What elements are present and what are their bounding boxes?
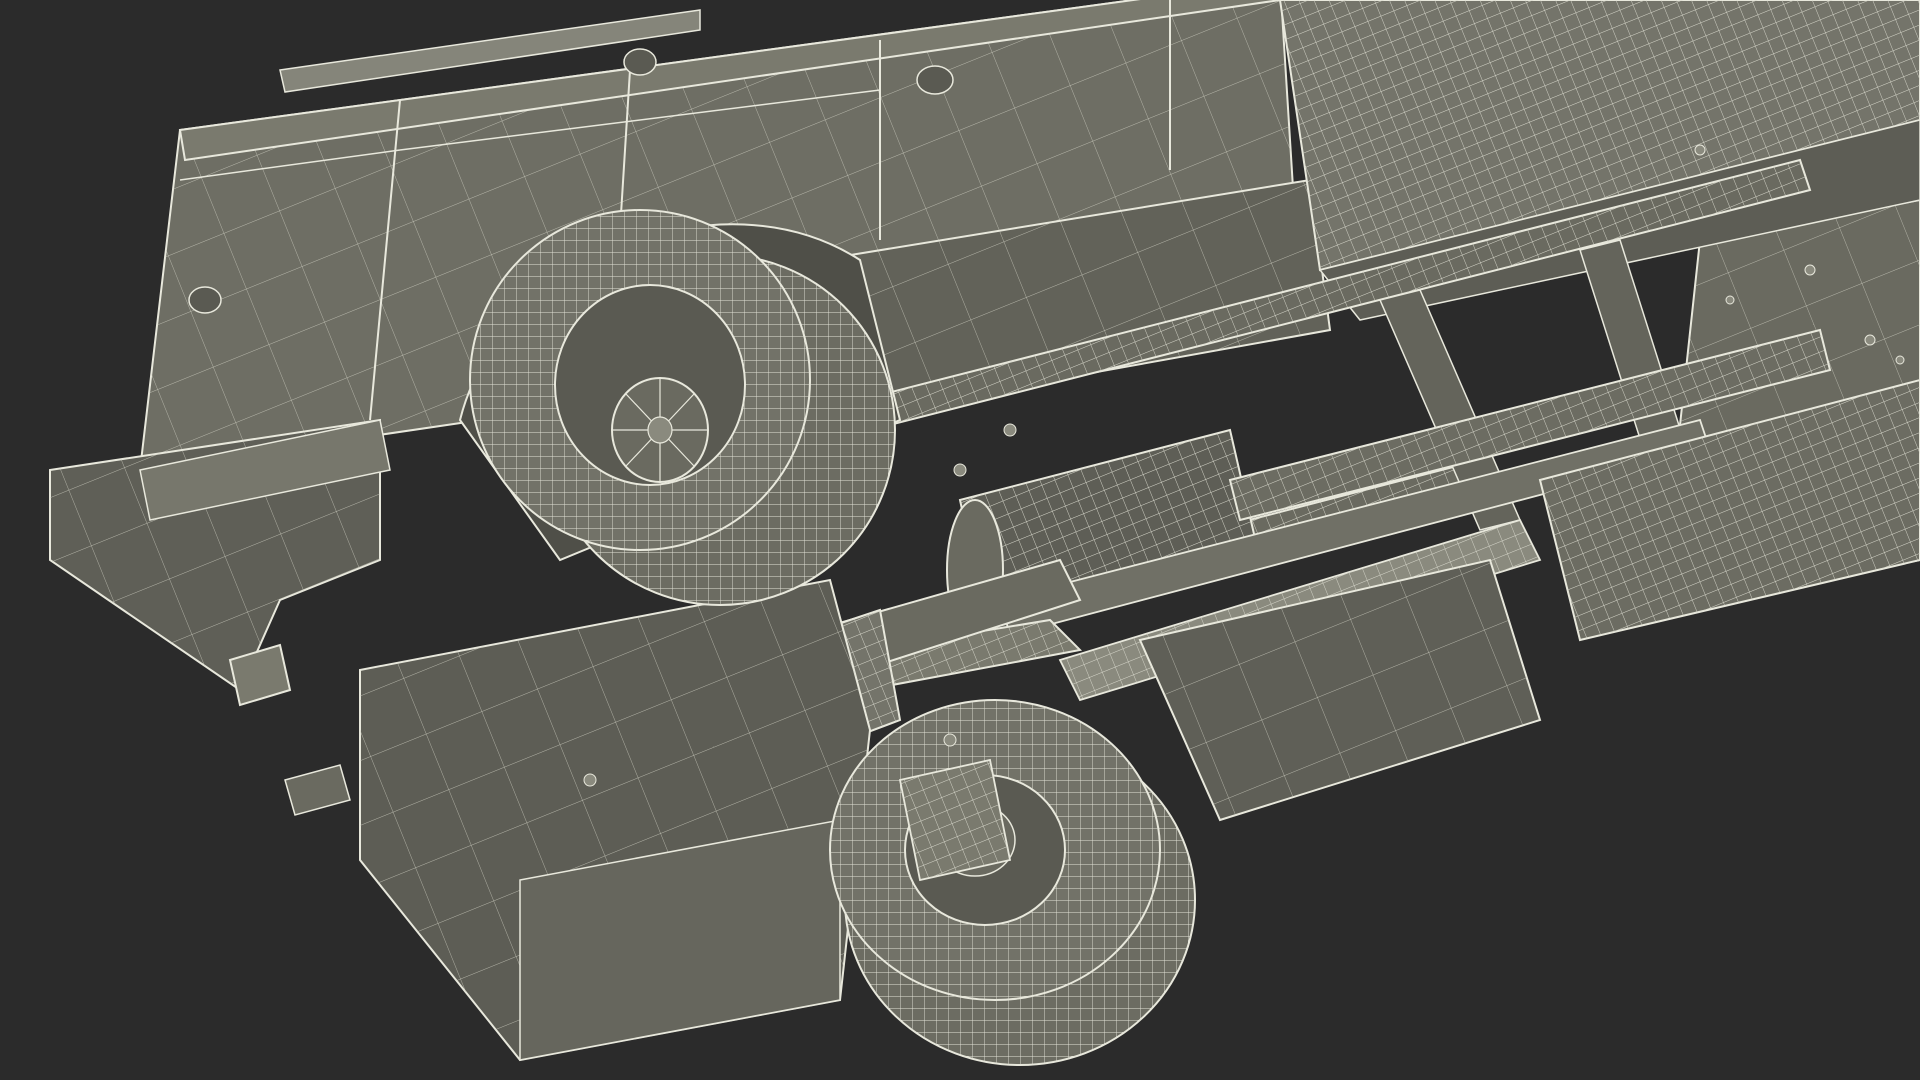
render-viewport xyxy=(0,0,1920,1080)
wireframe-render xyxy=(0,0,1920,1080)
